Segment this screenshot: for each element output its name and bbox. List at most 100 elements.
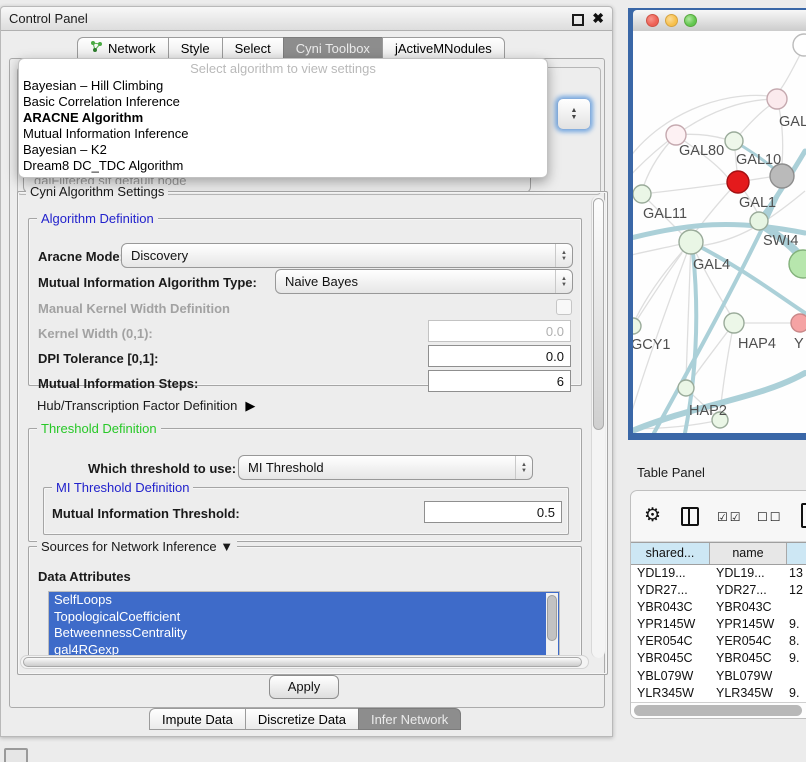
data-attributes-label: Data Attributes [38, 569, 131, 584]
network-node-gal80[interactable] [666, 125, 686, 145]
tab-network[interactable]: Network [77, 37, 168, 59]
table-row[interactable]: YPR145WYPR145W9. [631, 616, 806, 633]
control-panel-titlebar: Control Panel ✖ [1, 7, 612, 31]
table-row[interactable]: YBL079WYBL079W [631, 668, 806, 685]
sources-group-title[interactable]: Sources for Network Inference ▼ [37, 539, 237, 554]
network-window: GALGAL80GAL10GAL1GAL11SWI4GAL4GCY1HAP4YH… [628, 8, 806, 440]
tab-style[interactable]: Style [168, 37, 222, 59]
tab-label: Discretize Data [258, 712, 346, 727]
table-row[interactable]: YBR043CYBR043C [631, 599, 806, 616]
aracne-mode-combo[interactable]: Discovery ▲▼ [121, 243, 573, 268]
table-row[interactable]: YBR045CYBR045C9. [631, 650, 806, 667]
dpi-tolerance-field[interactable]: 0.0 [428, 345, 571, 367]
algorithm-option-bayesian-k2[interactable]: Bayesian – K2 [19, 142, 547, 158]
settings-horizontal-scrollbar[interactable] [20, 655, 589, 669]
network-node-gal1[interactable] [727, 171, 749, 193]
network-node-swi4[interactable] [750, 212, 768, 230]
network-node-hap2[interactable] [678, 380, 694, 396]
mi-type-combo[interactable]: Naive Bayes ▲▼ [275, 269, 573, 294]
network-edge[interactable] [686, 242, 691, 380]
which-threshold-combo[interactable]: MI Threshold ▲▼ [238, 455, 533, 480]
tab-infer-network[interactable]: Infer Network [358, 708, 461, 730]
network-edge[interactable] [633, 253, 682, 326]
algorithm-option-basic-correlation-inference[interactable]: Basic Correlation Inference [19, 94, 547, 110]
cyni-algorithm-settings-group: Cyni Algorithm Settings Algorithm Defini… [17, 191, 608, 675]
apply-button[interactable]: Apply [269, 675, 339, 699]
tab-impute-data[interactable]: Impute Data [149, 708, 245, 730]
table-row[interactable]: YLR345WYLR345W9. [631, 685, 806, 702]
node-label-gal11: GAL11 [643, 206, 687, 222]
mi-threshold-field[interactable]: 0.5 [424, 501, 562, 523]
manual-kernel-checkbox[interactable] [556, 299, 572, 315]
aracne-mode-value: Discovery [122, 248, 555, 263]
node-label-hap2: HAP2 [689, 403, 727, 419]
network-node-gal[interactable] [767, 89, 787, 109]
attribute-item-betweennesscentrality[interactable]: BetweennessCentrality [49, 625, 559, 642]
network-canvas[interactable]: GALGAL80GAL10GAL1GAL11SWI4GAL4GCY1HAP4YH… [633, 31, 806, 433]
network-graph: GALGAL80GAL10GAL1GAL11SWI4GAL4GCY1HAP4YH… [633, 31, 806, 433]
algorithm-option-dream8-dc-tdc-algorithm[interactable]: Dream8 DC_TDC Algorithm [19, 158, 547, 174]
node-label-gal10: GAL10 [736, 152, 781, 168]
mi-steps-label: Mutual Information Steps: [38, 376, 198, 391]
algorithm-option-aracne-algorithm[interactable]: ARACNE Algorithm [19, 110, 547, 126]
table-cell: YLR345W [710, 685, 787, 702]
network-node-y[interactable] [791, 314, 806, 332]
network-node[interactable] [793, 34, 806, 56]
minimize-traffic-light-icon[interactable] [665, 14, 678, 27]
mi-steps-field[interactable]: 6 [428, 370, 571, 392]
tab-jactivemnodules[interactable]: jActiveMNodules [382, 37, 505, 59]
network-node-gcy1[interactable] [633, 318, 641, 334]
table-horizontal-scrollbar[interactable] [631, 702, 806, 718]
algorithm-combo-stepper[interactable]: ▲▼ [557, 98, 591, 130]
data-attributes-list[interactable]: SelfLoopsTopologicalCoefficientBetweenne… [48, 591, 560, 657]
algorithm-dropdown-list: Bayesian – Hill ClimbingBasic Correlatio… [19, 78, 547, 174]
column-header-2[interactable] [787, 543, 806, 564]
column-header-name[interactable]: name [710, 543, 787, 564]
network-edge[interactable] [780, 51, 802, 90]
select-all-checkboxes-icon[interactable]: ☑☑ [717, 510, 743, 524]
network-edge[interactable] [676, 99, 777, 135]
scrollbar-thumb[interactable] [547, 595, 557, 641]
table-row[interactable]: YDL19...YDL19...13 [631, 565, 806, 582]
hub-definition-toggle[interactable]: Hub/Transcription Factor Definition▶ [37, 398, 255, 414]
scrollbar-thumb[interactable] [593, 198, 604, 430]
network-node-gal11[interactable] [633, 185, 651, 203]
float-window-icon[interactable] [572, 14, 584, 26]
algorithm-option-bayesian-hill-climbing[interactable]: Bayesian – Hill Climbing [19, 78, 547, 94]
algorithm-option-mutual-information-inference[interactable]: Mutual Information Inference [19, 126, 547, 142]
collapse-arrow-icon: ▼ [220, 539, 233, 554]
table-row[interactable]: YDR27...YDR27...12 [631, 582, 806, 599]
settings-vertical-scrollbar[interactable] [591, 196, 605, 658]
network-node-gal4[interactable] [679, 230, 703, 254]
network-node-hap4[interactable] [724, 313, 744, 333]
attribute-item-selfloops[interactable]: SelfLoops [49, 592, 559, 609]
tab-discretize-data[interactable]: Discretize Data [245, 708, 358, 730]
table-row[interactable]: YER054CYER054C8. [631, 633, 806, 650]
kernel-width-field[interactable]: 0.0 [428, 320, 571, 342]
node-label-gal: GAL [779, 114, 806, 130]
scrollbar-thumb[interactable] [23, 657, 582, 667]
top-tabbar: NetworkStyleSelectCyni ToolboxjActiveMNo… [77, 37, 505, 59]
network-node-gal10[interactable] [725, 132, 743, 150]
scrollbar-thumb[interactable] [634, 705, 802, 716]
collapsed-panel-button[interactable] [4, 748, 28, 762]
tab-cyni-toolbox[interactable]: Cyni Toolbox [283, 37, 382, 59]
deselect-all-checkboxes-icon[interactable]: ☐☐ [757, 510, 783, 524]
table-cell: 9. [787, 685, 806, 702]
new-table-icon[interactable] [801, 503, 806, 528]
column-header-shared-[interactable]: shared... [631, 543, 710, 564]
network-node[interactable] [789, 250, 806, 278]
close-icon[interactable]: ✖ [592, 10, 604, 26]
node-label-gal1: GAL1 [739, 195, 776, 211]
network-edge[interactable] [651, 182, 738, 193]
list-vertical-scrollbar[interactable] [546, 593, 558, 655]
zoom-traffic-light-icon[interactable] [684, 14, 697, 27]
tab-select[interactable]: Select [222, 37, 283, 59]
which-threshold-value: MI Threshold [239, 460, 515, 475]
close-traffic-light-icon[interactable] [646, 14, 659, 27]
table-cell: YER054C [631, 633, 710, 650]
attribute-item-topologicalcoefficient[interactable]: TopologicalCoefficient [49, 609, 559, 626]
gear-icon[interactable]: ⚙ [644, 504, 661, 527]
mi-threshold-group: MI Threshold Definition Mutual Informati… [43, 487, 569, 535]
columns-icon[interactable] [681, 507, 699, 526]
